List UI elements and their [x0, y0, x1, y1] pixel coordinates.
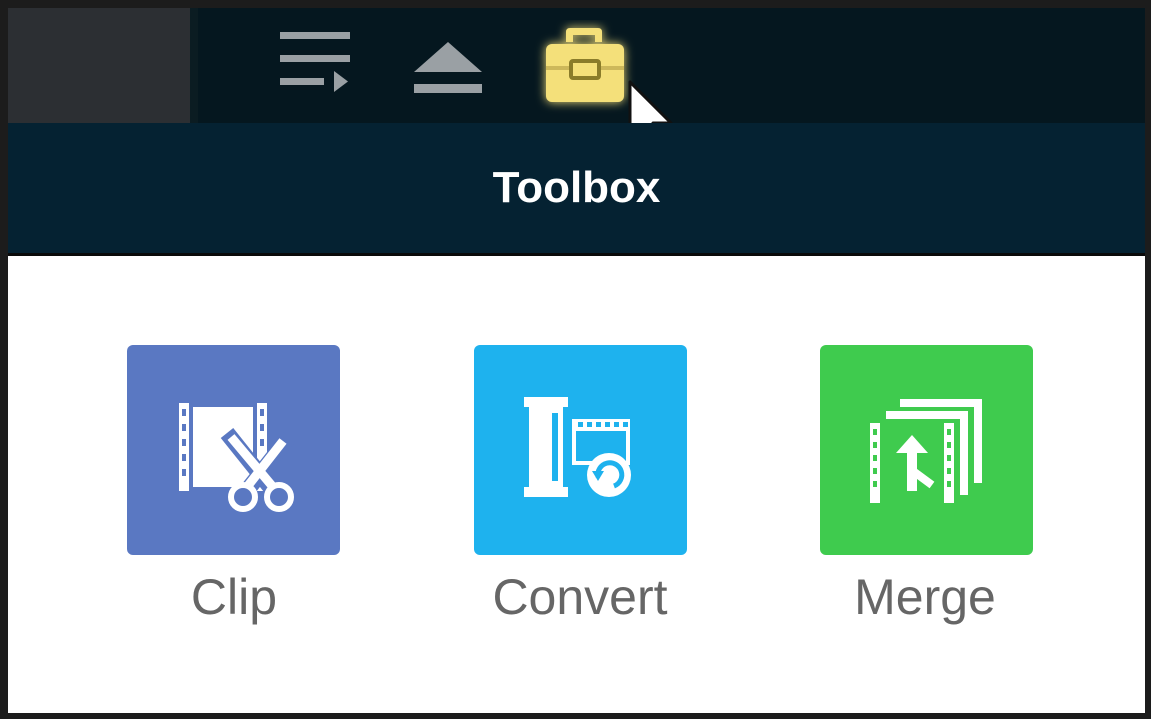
window-border-bottom — [0, 713, 1151, 719]
toolbar-divider — [190, 8, 198, 123]
window-border-right — [1145, 0, 1151, 719]
merge-button[interactable] — [820, 345, 1033, 555]
window-border-top — [0, 0, 1151, 8]
clip-label: Clip — [190, 569, 278, 625]
toolbox-header: Toolbox — [8, 123, 1145, 253]
clip-scissors-icon — [179, 403, 296, 512]
clip-button[interactable] — [127, 345, 340, 555]
panel-title: Toolbox — [492, 163, 661, 212]
header-divider — [8, 253, 1145, 256]
eject-icon[interactable] — [408, 40, 488, 100]
convert-film-icon — [524, 397, 631, 497]
window-border-left — [0, 0, 8, 719]
merge-label: Merge — [854, 569, 996, 625]
convert-button[interactable] — [474, 345, 687, 555]
toolbox-icon[interactable] — [528, 20, 638, 115]
playlist-icon[interactable] — [276, 28, 356, 98]
top-toolbar — [8, 8, 1145, 152]
toolbar-left-panel — [8, 8, 190, 123]
convert-label: Convert — [492, 569, 668, 625]
toolbox-window: Toolbox Clip Convert Merge — [0, 0, 1151, 719]
merge-film-icon — [870, 399, 982, 503]
